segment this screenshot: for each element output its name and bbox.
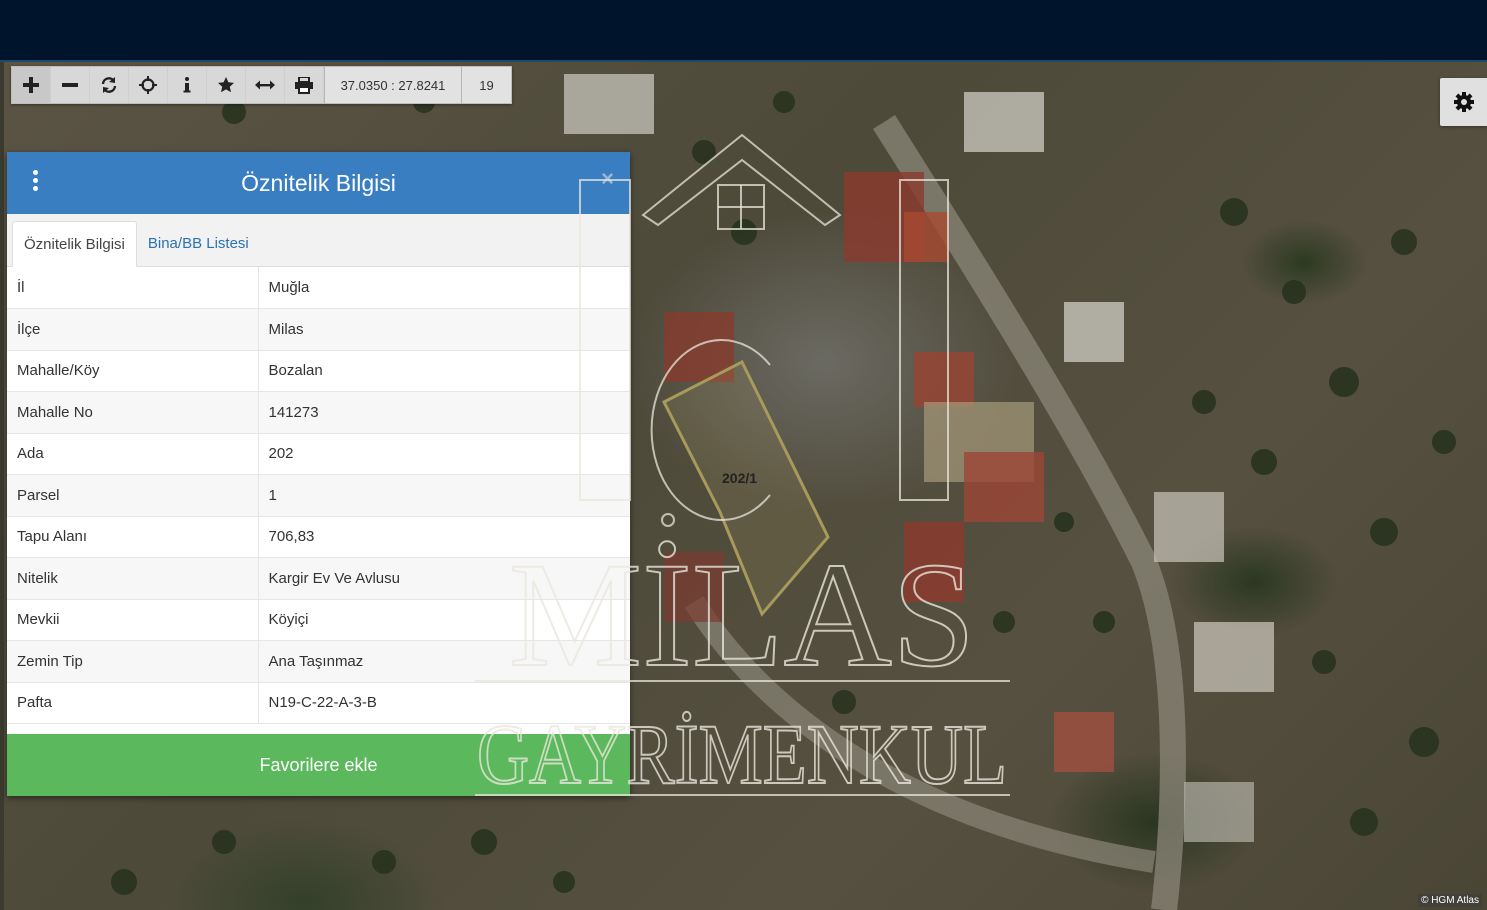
refresh-icon (101, 77, 117, 93)
close-icon[interactable]: × (601, 166, 614, 192)
attr-key: Mahalle/Köy (7, 350, 259, 392)
tab-building-list[interactable]: Bina/BB Listesi (137, 220, 260, 266)
table-row: Parsel 1 (7, 474, 630, 517)
refresh-button[interactable] (90, 67, 129, 103)
attr-key: Nitelik (7, 557, 259, 600)
table-row: İlçe Milas (7, 308, 630, 351)
attr-value: Ana Taşınmaz (258, 640, 630, 683)
table-row: Ada 202 (7, 433, 630, 475)
attr-key: Mahalle No (7, 391, 259, 434)
zoom-out-button[interactable] (51, 67, 90, 103)
more-options-icon[interactable] (33, 170, 41, 196)
tab-attribute-info[interactable]: Öznitelik Bilgisi (12, 221, 137, 267)
table-row: İl Muğla (7, 267, 630, 309)
attr-key: Mevkii (7, 599, 259, 641)
attr-value: N19-C-22-A-3-B (258, 682, 630, 724)
attr-value: 706,83 (258, 516, 630, 558)
panel-tabs: Öznitelik Bilgisi Bina/BB Listesi (7, 214, 630, 267)
attribute-panel: Öznitelik Bilgisi × Öznitelik Bilgisi Bi… (7, 152, 630, 796)
arrows-horizontal-icon (255, 80, 275, 90)
attribute-table: İl Muğla İlçe Milas Mahalle/Köy Bozalan Mah… (7, 267, 630, 724)
measure-button[interactable] (246, 67, 285, 103)
map-attribution: © HGM Atlas (1418, 894, 1482, 907)
coordinate-readout: 37.0350 : 27.8241 (324, 67, 462, 103)
table-row: Mahalle No 141273 (7, 391, 630, 434)
table-row: Zemin Tip Ana Taşınmaz (7, 640, 630, 683)
panel-title: Öznitelik Bilgisi (241, 169, 396, 196)
attr-key: Parsel (7, 474, 259, 517)
add-to-favorites-button[interactable]: Favorilere ekle (7, 734, 630, 796)
top-navbar (0, 0, 1487, 62)
info-button[interactable] (168, 67, 207, 103)
attr-value: Bozalan (258, 350, 630, 392)
attr-key: İlçe (7, 308, 259, 351)
gear-icon (1453, 92, 1474, 112)
attr-key: Tapu Alanı (7, 516, 259, 558)
minus-icon (62, 83, 78, 87)
info-icon (183, 77, 191, 93)
attr-value: 202 (258, 433, 630, 475)
attr-key: İl (7, 267, 259, 309)
attr-value: Köyiçi (258, 599, 630, 641)
attr-key: Pafta (7, 682, 259, 724)
table-row: Pafta N19-C-22-A-3-B (7, 682, 630, 724)
table-row: Nitelik Kargir Ev Ve Avlusu (7, 557, 630, 600)
printer-icon (295, 76, 313, 94)
plus-icon (23, 77, 39, 93)
attr-value: 1 (258, 474, 630, 517)
settings-button[interactable] (1440, 78, 1487, 126)
attr-value: Kargir Ev Ve Avlusu (258, 557, 630, 600)
attr-key: Ada (7, 433, 259, 475)
attr-value: 141273 (258, 391, 630, 434)
locate-button[interactable] (129, 67, 168, 103)
print-button[interactable] (285, 67, 324, 103)
map-toolbar: 37.0350 : 27.8241 19 (11, 66, 512, 104)
crosshair-icon (139, 76, 157, 94)
panel-header: Öznitelik Bilgisi × (7, 152, 630, 214)
attr-key: Zemin Tip (7, 640, 259, 683)
zoom-in-button[interactable] (12, 67, 51, 103)
attr-value: Milas (258, 308, 630, 351)
parcel-label: 202/1 (722, 470, 758, 486)
table-row: Mahalle/Köy Bozalan (7, 350, 630, 392)
table-row: Tapu Alanı 706,83 (7, 516, 630, 558)
zoom-level: 19 (462, 67, 511, 103)
favorite-button[interactable] (207, 67, 246, 103)
star-icon (218, 77, 234, 93)
table-row: Mevkii Köyiçi (7, 599, 630, 641)
attr-value: Muğla (258, 267, 630, 309)
